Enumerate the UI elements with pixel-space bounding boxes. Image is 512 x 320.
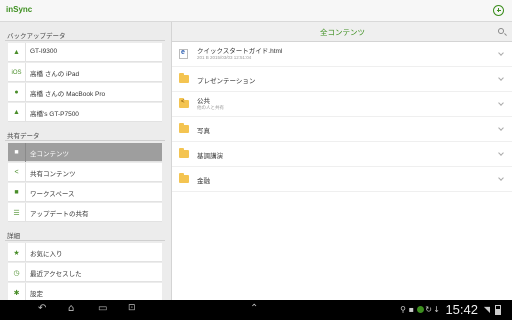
list-icon: ☰ [8, 203, 26, 222]
chevron-down-icon[interactable] [498, 100, 504, 106]
device-ipad[interactable]: iOS 高橋 さんの iPad [8, 63, 162, 82]
ios-icon: iOS [8, 63, 26, 82]
add-icon[interactable] [493, 5, 504, 16]
folder-row[interactable]: 基調講演 [172, 142, 512, 167]
home-icon[interactable]: ⌂ [68, 303, 74, 317]
device-label: 高橋's GT-P7500 [30, 111, 79, 118]
screenshot-icon[interactable]: ⊡ [128, 303, 136, 317]
file-name: クイックスタートガイド.html [197, 48, 283, 55]
usb-icon: ⚲ [400, 305, 406, 314]
content-header: 全コンテンツ [172, 22, 512, 42]
device-label: 高橋 さんの iPad [30, 71, 80, 78]
folder-icon: ■ [8, 143, 26, 162]
share-icon: < [8, 163, 26, 182]
folder-icon [179, 148, 189, 158]
shared-folder-icon [179, 98, 189, 108]
chevron-down-icon[interactable] [498, 175, 504, 181]
battery-icon [495, 305, 501, 315]
navigation-pane: バックアップデータ ▲ GT-I9300 iOS 高橋 さんの iPad ● 高… [0, 22, 171, 300]
nav-label: アップデートの共有 [30, 211, 89, 218]
device-gt-p7500[interactable]: ▲ 高橋's GT-P7500 [8, 103, 162, 122]
nav-label: 設定 [30, 291, 43, 298]
android-icon: ▲ [8, 43, 26, 62]
details-heading: 詳細 [7, 233, 20, 240]
download-icon: ↓ [433, 305, 440, 314]
content-pane: 全コンテンツ クイックスタートガイド.html 201 B 2015/03/03… [171, 22, 512, 300]
notification-icon: ▪ [408, 305, 414, 314]
folder-name: 基調講演 [197, 153, 223, 160]
nav-workspace[interactable]: ■ ワークスペース [8, 183, 162, 202]
app-title: inSync [6, 5, 33, 14]
nav-settings[interactable]: ✱ 設定 [8, 283, 162, 300]
chevron-up-icon[interactable]: ⌃ [250, 303, 258, 317]
recent-apps-icon[interactable]: ▭ [98, 303, 107, 317]
folder-icon [179, 173, 189, 183]
action-bar: inSync [0, 0, 512, 22]
nav-recent[interactable]: ◷ 最近アクセスした [8, 263, 162, 282]
clock-icon: ◷ [8, 263, 26, 282]
folder-row[interactable]: 金融 [172, 167, 512, 192]
shared-heading: 共有データ [7, 133, 40, 140]
file-row[interactable]: クイックスタートガイド.html 201 B 2015/03/03 12:51:… [172, 42, 512, 67]
folder-icon [179, 123, 189, 133]
divider [5, 140, 165, 141]
nav-label: 最近アクセスした [30, 271, 82, 278]
android-check-icon: ▲ [8, 103, 26, 122]
back-icon[interactable]: ↶ [38, 303, 46, 317]
nav-shared-content[interactable]: < 共有コンテンツ [8, 163, 162, 182]
folder-icon [179, 73, 189, 83]
sync-icon: ↻ [425, 305, 432, 314]
content-title: 全コンテンツ [320, 28, 365, 37]
html-file-icon [179, 49, 188, 59]
search-icon[interactable] [498, 28, 504, 34]
divider [5, 40, 165, 41]
folder-icon: ■ [8, 183, 26, 202]
nav-label: ワークスペース [30, 191, 75, 198]
folder-row[interactable]: 公共 他の人と共有 [172, 92, 512, 117]
folder-row[interactable]: 写真 [172, 117, 512, 142]
nav-all-content[interactable]: ■ 全コンテンツ [8, 143, 162, 162]
folder-name: 公共 [197, 98, 210, 105]
backup-heading: バックアップデータ [7, 33, 66, 40]
folder-meta: 他の人と共有 [197, 105, 224, 110]
device-label: 高橋 さんの MacBook Pro [30, 91, 106, 98]
star-icon: ★ [8, 243, 26, 262]
chevron-down-icon[interactable] [498, 50, 504, 56]
file-meta: 201 B 2015/03/03 12:51:04 [197, 55, 252, 60]
device-label: GT-I9300 [30, 48, 58, 55]
chevron-down-icon[interactable] [498, 75, 504, 81]
nav-favorites[interactable]: ★ お気に入り [8, 243, 162, 262]
system-bar: ↶ ⌂ ▭ ⊡ ⌃ ⚲ ▪ ↻ ↓ 15:42 ◥ [0, 300, 512, 320]
insync-status-icon [417, 306, 424, 313]
folder-row[interactable]: プレゼンテーション [172, 67, 512, 92]
nav-label: 全コンテンツ [30, 151, 69, 158]
folder-name: プレゼンテーション [197, 78, 256, 85]
gear-icon: ✱ [8, 283, 26, 300]
apple-icon: ● [8, 83, 26, 102]
nav-label: お気に入り [30, 251, 63, 258]
divider [5, 240, 165, 241]
clock: 15:42 [445, 302, 478, 317]
chevron-down-icon[interactable] [498, 125, 504, 131]
nav-share-updates[interactable]: ☰ アップデートの共有 [8, 203, 162, 222]
nav-label: 共有コンテンツ [30, 171, 76, 178]
folder-name: 金融 [197, 178, 210, 185]
device-gt-i9300[interactable]: ▲ GT-I9300 [8, 43, 162, 62]
wifi-icon: ◥ [483, 305, 490, 314]
chevron-down-icon[interactable] [498, 150, 504, 156]
folder-name: 写真 [197, 128, 210, 135]
device-macbook-pro[interactable]: ● 高橋 さんの MacBook Pro [8, 83, 162, 102]
